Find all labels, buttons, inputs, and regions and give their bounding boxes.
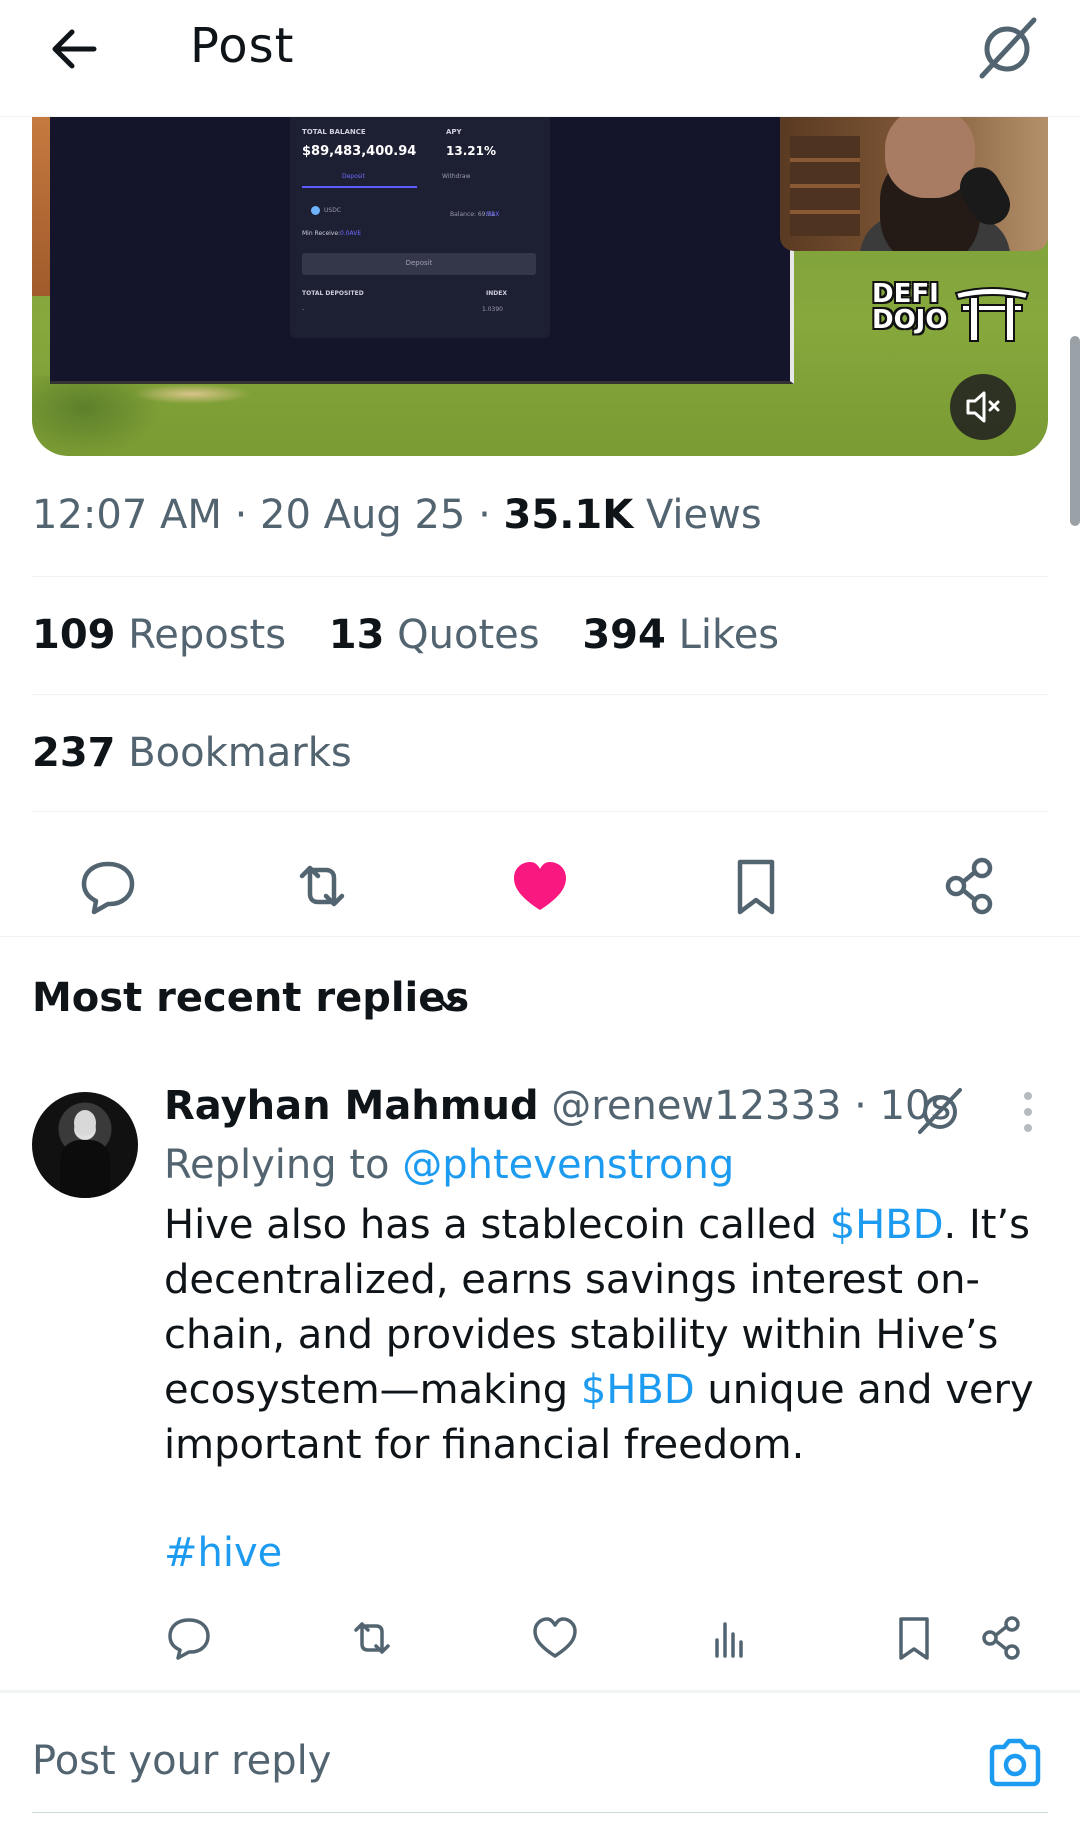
repost-icon[interactable]	[344, 1610, 400, 1666]
page-title: Post	[190, 18, 295, 74]
views-analytics-icon[interactable]	[703, 1610, 759, 1666]
cashtag-link[interactable]: $HBD	[581, 1367, 695, 1413]
post-video[interactable]: TOTAL BALANCE APY $89,483,400.94 13.21% …	[32, 116, 1048, 456]
min-receive-value: 0.0AVE	[340, 230, 362, 237]
post-time: 12:07 AM	[32, 492, 222, 538]
apy-value: 13.21%	[446, 144, 496, 158]
quotes-count: 13	[328, 612, 385, 658]
avatar[interactable]	[32, 1092, 138, 1198]
avatar-face	[74, 1110, 96, 1136]
index-value: 1.0390	[482, 306, 503, 313]
total-balance-value: $89,483,400.94	[302, 144, 417, 159]
vault-panel: TOTAL BALANCE APY $89,483,400.94 13.21% …	[290, 116, 550, 338]
views-label: Views	[645, 492, 762, 538]
reposts-label: Reposts	[128, 612, 287, 658]
post-date: 20 Aug 25	[260, 492, 466, 538]
reply-icon[interactable]	[72, 850, 144, 922]
tab-withdraw: Withdraw	[442, 173, 471, 180]
reply-sort-selector[interactable]: Most recent replies	[32, 975, 469, 1021]
reply-author-name[interactable]: Rayhan Mahmud	[164, 1083, 539, 1129]
bookshelf	[790, 136, 860, 236]
vault-deposit-button: Deposit	[302, 253, 536, 275]
share-icon[interactable]	[934, 850, 1006, 922]
meta-separator: ·	[221, 492, 261, 538]
post-stats: 109 Reposts 13 Quotes 394 Likes	[32, 612, 809, 658]
tab-indicator	[302, 186, 417, 188]
scrollbar[interactable]	[1070, 336, 1080, 526]
grok-icon[interactable]	[910, 1080, 970, 1140]
reply-author-handle[interactable]: @renew12333	[551, 1083, 841, 1129]
divider	[32, 811, 1048, 812]
more-options-icon[interactable]	[1008, 1090, 1048, 1134]
bookmark-icon[interactable]	[886, 1610, 942, 1666]
hashtag-link[interactable]: #hive	[164, 1530, 282, 1576]
meta-separator: ·	[841, 1083, 880, 1129]
speaker-muted-icon	[966, 391, 1000, 423]
reply-header: Rayhan Mahmud @renew12333 · 10s	[164, 1083, 951, 1129]
bookmarks-stat[interactable]: 237 Bookmarks	[32, 730, 352, 776]
coin-name: USDC	[324, 207, 342, 214]
heart-icon[interactable]	[527, 1610, 583, 1666]
avatar-figure	[60, 1140, 110, 1198]
usdc-coin-icon	[311, 206, 320, 215]
index-label: INDEX	[486, 290, 507, 297]
replying-prefix: Replying to	[164, 1142, 390, 1188]
likes-stat[interactable]: 394 Likes	[582, 612, 779, 658]
reposts-count: 109	[32, 612, 116, 658]
repost-icon[interactable]	[286, 850, 358, 922]
reply-text-part: Hive also has a stablecoin called	[164, 1202, 830, 1248]
grok-icon[interactable]	[972, 12, 1042, 82]
top-bar: Post	[0, 0, 1080, 117]
section-divider	[0, 936, 1080, 937]
divider	[32, 576, 1048, 577]
post-action-bar	[0, 838, 1080, 934]
chevron-down-icon[interactable]	[430, 985, 466, 1021]
scene-path	[132, 384, 252, 404]
min-receive-label: Min Receive:	[302, 230, 341, 237]
share-icon[interactable]	[974, 1610, 1030, 1666]
tab-deposit: Deposit	[342, 173, 365, 180]
apy-label: APY	[446, 128, 462, 136]
bookmark-icon[interactable]	[720, 850, 792, 922]
bookmarks-count: 237	[32, 730, 116, 776]
reply-input[interactable]: Post your reply	[32, 1738, 331, 1784]
total-deposited-label: TOTAL DEPOSITED	[302, 290, 364, 297]
heart-filled-icon[interactable]	[504, 850, 576, 922]
balance-max: MAX	[486, 211, 500, 218]
section-divider	[0, 1690, 1080, 1693]
likes-count: 394	[582, 612, 666, 658]
torii-gate-icon	[954, 287, 1030, 342]
webcam-overlay	[780, 116, 1048, 251]
cashtag-link[interactable]: $HBD	[830, 1202, 944, 1248]
reply-icon[interactable]	[161, 1610, 217, 1666]
defi-dojo-logo: DEFI DOJO	[872, 281, 1042, 351]
reply-text: Hive also has a stablecoin called $HBD. …	[164, 1198, 1044, 1473]
total-balance-label: TOTAL BALANCE	[302, 128, 366, 136]
mute-button[interactable]	[950, 374, 1016, 440]
compose-underline	[32, 1812, 1048, 1813]
arrow-left-icon[interactable]	[40, 14, 110, 84]
replying-to-link[interactable]: @phtevenstrong	[402, 1142, 734, 1188]
bookmarks-label: Bookmarks	[128, 730, 352, 776]
quotes-stat[interactable]: 13 Quotes	[329, 612, 540, 658]
vault-deposit-label: Deposit	[405, 259, 433, 267]
reposts-stat[interactable]: 109 Reposts	[32, 612, 286, 658]
camera-icon[interactable]	[984, 1732, 1046, 1794]
quotes-label: Quotes	[397, 612, 540, 658]
meta-separator: ·	[465, 492, 504, 538]
likes-label: Likes	[678, 612, 780, 658]
replying-to: Replying to @phtevenstrong	[164, 1142, 734, 1188]
post-meta: 12:07 AM · 20 Aug 25 · 35.1K Views	[32, 492, 762, 538]
views-count: 35.1K	[503, 492, 634, 538]
video-screen: TOTAL BALANCE APY $89,483,400.94 13.21% …	[50, 116, 794, 384]
total-deposited-value: -	[302, 306, 305, 313]
divider	[32, 694, 1048, 695]
